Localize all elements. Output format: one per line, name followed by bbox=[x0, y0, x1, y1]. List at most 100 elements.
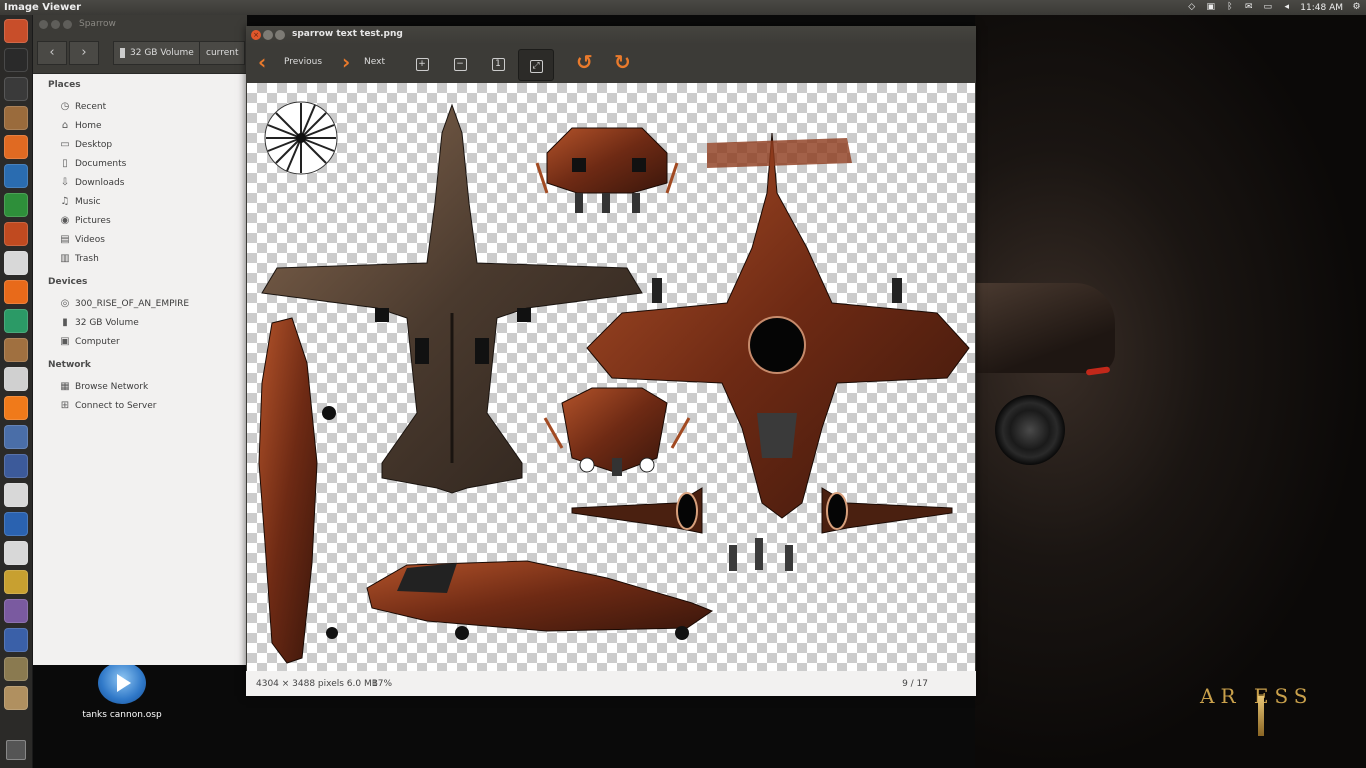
file-manager-window: Sparrow ‹ › 32 GB Volume current Places ◷… bbox=[33, 15, 247, 665]
gmail-icon[interactable] bbox=[4, 483, 28, 507]
sidebar-item-downloads[interactable]: ⇩ Downloads bbox=[59, 175, 125, 191]
normal-size-button[interactable]: 1 bbox=[488, 53, 508, 73]
top-panel: Image Viewer ◇ ▣ ᛒ ✉ ▭ ◂ 11:48 AM ⚙ bbox=[0, 0, 1366, 15]
desktop-file-icon[interactable]: tanks cannon.osp bbox=[82, 662, 162, 720]
wifi-icon[interactable]: ◇ bbox=[1186, 3, 1197, 12]
app-icon[interactable] bbox=[4, 570, 28, 594]
keyboard-icon[interactable]: ▣ bbox=[1205, 3, 1216, 12]
sidebar-item-home[interactable]: ⌂ Home bbox=[59, 118, 102, 134]
chevron-right-icon: › bbox=[81, 45, 87, 60]
best-fit-button[interactable]: ⤢ bbox=[518, 49, 554, 81]
previous-arrow-icon[interactable]: ‹ bbox=[258, 52, 266, 72]
sidebar-item-label: Recent bbox=[75, 102, 107, 112]
camera-icon: ◉ bbox=[60, 215, 70, 226]
file-manager-title: Sparrow bbox=[79, 19, 116, 29]
download-icon: ⇩ bbox=[60, 177, 70, 188]
app-icon[interactable] bbox=[4, 77, 28, 101]
player-icon[interactable] bbox=[4, 512, 28, 536]
path-segment-volume[interactable]: 32 GB Volume bbox=[113, 41, 201, 65]
sidebar-item-recent[interactable]: ◷ Recent bbox=[59, 99, 106, 115]
clock-icon: ◷ bbox=[60, 101, 70, 112]
video-icon[interactable] bbox=[4, 599, 28, 623]
zoom-out-button[interactable]: − bbox=[450, 53, 470, 73]
vlc-icon[interactable] bbox=[4, 396, 28, 420]
sidebar-item-label: Home bbox=[75, 121, 102, 131]
sidebar-section-header: Devices bbox=[48, 277, 88, 287]
software-center-icon[interactable] bbox=[4, 251, 28, 275]
sidebar-item-label: 32 GB Volume bbox=[75, 318, 139, 328]
glass-icon[interactable] bbox=[4, 338, 28, 362]
image-viewer-title: sparrow text test.png bbox=[292, 29, 403, 39]
firefox-icon[interactable] bbox=[4, 135, 28, 159]
sidebar-item-label: Music bbox=[75, 197, 101, 207]
wallpaper-car-wheel bbox=[995, 395, 1065, 465]
clock[interactable]: 11:48 AM bbox=[1300, 3, 1343, 13]
app-store-icon[interactable] bbox=[4, 280, 28, 304]
app-icon[interactable] bbox=[4, 425, 28, 449]
image-canvas[interactable] bbox=[247, 83, 975, 671]
terminal-icon[interactable] bbox=[4, 48, 28, 72]
folder-icon: ▭ bbox=[60, 139, 70, 150]
sidebar-item-music[interactable]: ♫ Music bbox=[59, 194, 101, 210]
trash-icon: ▥ bbox=[60, 253, 70, 264]
sidebar-item-label: Desktop bbox=[75, 140, 113, 150]
minimize-icon[interactable] bbox=[263, 30, 273, 40]
sidebar-item-pictures[interactable]: ◉ Pictures bbox=[59, 213, 111, 229]
sidebar-item-32-gb-volume[interactable]: ▮ 32 GB Volume bbox=[59, 315, 139, 331]
sidebar-item-trash[interactable]: ▥ Trash bbox=[59, 251, 99, 267]
image-dimensions: 4304 × 3488 pixels 6.0 MB bbox=[256, 679, 378, 689]
close-icon[interactable] bbox=[39, 20, 48, 29]
next-button[interactable]: Next bbox=[364, 57, 385, 67]
settings-gear-icon[interactable]: ⚙ bbox=[1351, 3, 1362, 12]
rotate-left-icon[interactable]: ↺ bbox=[576, 52, 593, 72]
sidebar-item-browse-network[interactable]: ▦ Browse Network bbox=[59, 379, 148, 395]
ubuntu-dash-icon[interactable] bbox=[4, 19, 28, 43]
sidebar-item-videos[interactable]: ▤ Videos bbox=[59, 232, 105, 248]
sidebar-item-computer[interactable]: ▣ Computer bbox=[59, 334, 119, 350]
app-icon[interactable] bbox=[4, 657, 28, 681]
blender-icon[interactable] bbox=[4, 628, 28, 652]
sidebar-item-connect-to-server[interactable]: ⊞ Connect to Server bbox=[59, 398, 157, 414]
best-fit-icon: ⤢ bbox=[529, 60, 543, 73]
gimp-icon[interactable] bbox=[4, 454, 28, 478]
sidebar-item-documents[interactable]: ▯ Documents bbox=[59, 156, 126, 172]
impress-icon[interactable] bbox=[4, 222, 28, 246]
forward-button[interactable]: › bbox=[69, 41, 99, 65]
calc-icon[interactable] bbox=[4, 193, 28, 217]
file-manager-titlebar[interactable]: Sparrow bbox=[33, 15, 247, 35]
image-viewer-icon[interactable] bbox=[4, 686, 28, 710]
normal-size-icon: 1 bbox=[491, 58, 505, 71]
logo-t-bar bbox=[1258, 696, 1264, 736]
minimize-icon[interactable] bbox=[51, 20, 60, 29]
desktop-file-label: tanks cannon.osp bbox=[82, 710, 162, 720]
next-arrow-icon[interactable]: › bbox=[342, 52, 350, 72]
rotate-right-icon[interactable]: ↻ bbox=[614, 52, 631, 72]
sidebar-item-300-rise-of-an-empire[interactable]: ◎ 300_RISE_OF_AN_EMPIRE bbox=[59, 296, 189, 312]
mail-icon[interactable]: ✉ bbox=[1243, 3, 1254, 12]
writer-icon[interactable] bbox=[4, 164, 28, 188]
document-icon: ▯ bbox=[62, 158, 68, 169]
headphones-icon[interactable] bbox=[4, 309, 28, 333]
image-viewer-statusbar: 4304 × 3488 pixels 6.0 MB 17% 9 / 17 bbox=[246, 671, 976, 696]
zoom-in-button[interactable]: + bbox=[412, 53, 432, 73]
webcam-icon[interactable] bbox=[4, 541, 28, 565]
image-viewer-titlebar[interactable]: × sparrow text test.png bbox=[246, 26, 976, 44]
volume-icon[interactable]: ◂ bbox=[1281, 3, 1292, 12]
network-icon: ▦ bbox=[60, 381, 70, 392]
back-button[interactable]: ‹ bbox=[37, 41, 67, 65]
ship-rear-view bbox=[543, 387, 691, 476]
maximize-icon[interactable] bbox=[275, 30, 285, 40]
maximize-icon[interactable] bbox=[63, 20, 72, 29]
previous-button[interactable]: Previous bbox=[284, 57, 322, 67]
close-icon[interactable]: × bbox=[251, 30, 261, 40]
bluetooth-icon[interactable]: ᛒ bbox=[1224, 3, 1235, 12]
files-icon[interactable] bbox=[4, 106, 28, 130]
launcher-trash-icon[interactable] bbox=[6, 740, 26, 760]
file-manager-sidebar: Places ◷ Recent ⌂ Home ▭ Desktop ▯ Documents ⇩ Dow… bbox=[33, 74, 247, 665]
battery-icon[interactable]: ▭ bbox=[1262, 3, 1273, 12]
path-segment-current[interactable]: current bbox=[199, 41, 246, 65]
desktop-wallpaper bbox=[975, 15, 1366, 768]
drive-icon: ▮ bbox=[62, 317, 68, 328]
disc-icon[interactable] bbox=[4, 367, 28, 391]
sidebar-item-desktop[interactable]: ▭ Desktop bbox=[59, 137, 112, 153]
